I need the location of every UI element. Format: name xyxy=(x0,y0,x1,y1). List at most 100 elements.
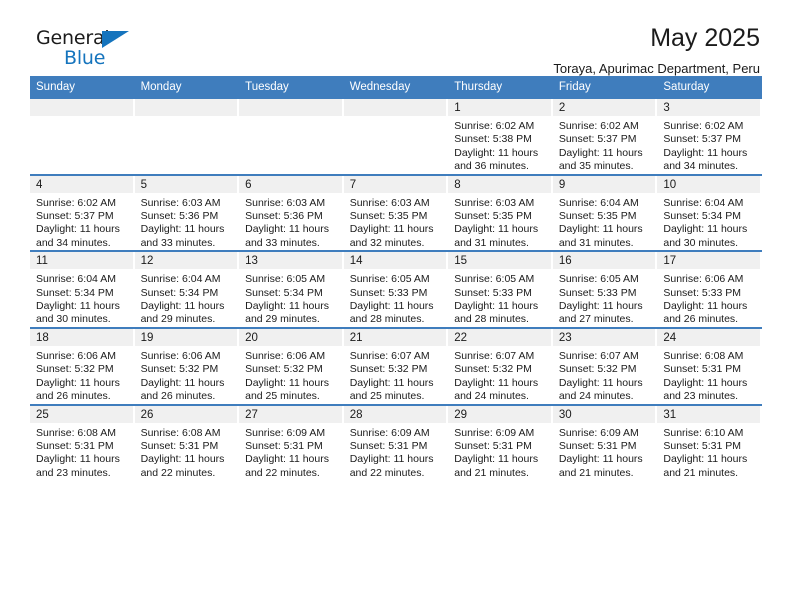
day-number: 20 xyxy=(239,328,342,346)
sunset-text: Sunset: 5:34 PM xyxy=(663,210,742,223)
sunset-text: Sunset: 5:31 PM xyxy=(36,439,114,452)
sunrise-text: Sunrise: 6:06 AM xyxy=(36,349,116,362)
sunrise-text: Sunrise: 6:02 AM xyxy=(36,196,116,209)
sunset-text: Sunset: 5:32 PM xyxy=(349,363,428,376)
logo-triangle-icon xyxy=(102,31,129,48)
daylight-text-line1: Daylight: 11 hours xyxy=(140,453,225,466)
daylight-text-line1: Daylight: 11 hours xyxy=(663,376,748,389)
day-details: Sunrise: 6:03 AM Sunset: 5:36 PM Daylight:… xyxy=(135,193,240,251)
calendar-day-cell[interactable]: 16 Sunrise: 6:05 AM Sunset: 5:33 PM Dayligh… xyxy=(552,250,658,328)
daylight-text-line1: Daylight: 11 hours xyxy=(454,223,539,236)
calendar-day-cell[interactable]: 15 Sunrise: 6:05 AM Sunset: 5:33 PM Dayligh… xyxy=(448,250,553,328)
sunset-text: Sunset: 5:32 PM xyxy=(36,363,114,376)
calendar-header-row: Sunday Monday Tuesday Wednesday Thursday… xyxy=(30,76,762,99)
calendar-day-cell[interactable]: 22 Sunrise: 6:07 AM Sunset: 5:32 PM Dayligh… xyxy=(448,326,553,405)
title-block: May 2025 Toraya, Apurimac Department, Pe… xyxy=(553,26,762,76)
day-number: 5 xyxy=(134,175,238,193)
daylight-text-line1: Daylight: 11 hours xyxy=(349,300,434,313)
calendar-day-cell[interactable]: 11 Sunrise: 6:04 AM Sunset: 5:34 PM Dayligh… xyxy=(30,250,135,328)
calendar-day-cell[interactable]: 20 Sunrise: 6:06 AM Sunset: 5:32 PM Dayligh… xyxy=(239,326,344,405)
sunset-text: Sunset: 5:31 PM xyxy=(663,439,742,452)
sunset-text: Sunset: 5:34 PM xyxy=(36,286,114,299)
weekday-header-sunday: Sunday xyxy=(30,76,135,99)
calendar-week-row: 4 Sunrise: 6:02 AM Sunset: 5:37 PM Daylight… xyxy=(30,173,762,252)
daylight-text-line1: Daylight: 11 hours xyxy=(663,146,748,159)
calendar-day-cell[interactable]: 9 Sunrise: 6:04 AM Sunset: 5:35 PM Daylight… xyxy=(552,173,658,252)
day-details: Sunrise: 6:08 AM Sunset: 5:31 PM Daylight:… xyxy=(657,346,762,404)
calendar-day-cell[interactable]: 17 Sunrise: 6:06 AM Sunset: 5:33 PM Dayligh… xyxy=(657,250,762,328)
calendar-page: General Blue May 2025 Toraya, Apurimac D… xyxy=(0,0,792,612)
sunrise-text: Sunrise: 6:09 AM xyxy=(454,426,535,439)
calendar-day-cell[interactable]: 26 Sunrise: 6:08 AM Sunset: 5:31 PM Dayligh… xyxy=(134,403,240,481)
calendar-day-cell[interactable]: 7 Sunrise: 6:03 AM Sunset: 5:35 PM Daylight… xyxy=(343,173,449,252)
day-number: 6 xyxy=(239,175,342,193)
calendar-day-cell[interactable]: 10 Sunrise: 6:04 AM Sunset: 5:34 PM Dayligh… xyxy=(657,173,762,252)
day-details: Sunrise: 6:02 AM Sunset: 5:37 PM Daylight:… xyxy=(553,116,658,174)
calendar-day-cell[interactable]: 18 Sunrise: 6:06 AM Sunset: 5:32 PM Dayligh… xyxy=(30,326,135,405)
calendar-day-cell[interactable]: 30 Sunrise: 6:09 AM Sunset: 5:31 PM Dayligh… xyxy=(552,403,658,481)
day-number: 27 xyxy=(239,405,342,423)
daylight-text-line1: Daylight: 11 hours xyxy=(36,223,120,236)
calendar-day-cell[interactable]: 23 Sunrise: 6:07 AM Sunset: 5:32 PM Dayligh… xyxy=(552,326,658,405)
calendar-day-cell[interactable]: 27 Sunrise: 6:09 AM Sunset: 5:31 PM Dayligh… xyxy=(239,403,344,481)
sunrise-text: Sunrise: 6:09 AM xyxy=(349,426,430,439)
calendar-day-cell[interactable]: 25 Sunrise: 6:08 AM Sunset: 5:31 PM Dayligh… xyxy=(30,403,135,481)
daylight-text-line2: and 31 minutes. xyxy=(454,236,529,249)
calendar-day-cell[interactable]: 31 Sunrise: 6:10 AM Sunset: 5:31 PM Dayligh… xyxy=(657,403,762,481)
day-details: Sunrise: 6:06 AM Sunset: 5:33 PM Daylight:… xyxy=(657,269,762,327)
sunset-text: Sunset: 5:33 PM xyxy=(558,286,637,299)
daylight-text-line1: Daylight: 11 hours xyxy=(663,300,748,313)
calendar-day-cell[interactable]: 2 Sunrise: 6:02 AM Sunset: 5:37 PM Daylight… xyxy=(552,99,658,175)
day-details: Sunrise: 6:03 AM Sunset: 5:35 PM Daylight:… xyxy=(448,193,553,251)
calendar-day-cell[interactable]: 5 Sunrise: 6:03 AM Sunset: 5:36 PM Daylight… xyxy=(134,173,240,252)
calendar-day-cell[interactable]: 1 Sunrise: 6:02 AM Sunset: 5:38 PM Daylight… xyxy=(448,99,553,175)
sunset-text: Sunset: 5:31 PM xyxy=(140,439,219,452)
calendar-day-cell[interactable]: 6 Sunrise: 6:03 AM Sunset: 5:36 PM Daylight… xyxy=(239,173,344,252)
calendar-day-cell[interactable]: 4 Sunrise: 6:02 AM Sunset: 5:37 PM Daylight… xyxy=(30,173,135,252)
calendar-week-row: 11 Sunrise: 6:04 AM Sunset: 5:34 PM Dayligh… xyxy=(30,250,762,328)
daylight-text-line2: and 33 minutes. xyxy=(140,236,216,249)
weekday-header-thursday: Thursday xyxy=(448,76,553,99)
calendar-day-cell[interactable]: 21 Sunrise: 6:07 AM Sunset: 5:32 PM Dayligh… xyxy=(343,326,449,405)
calendar-day-cell[interactable]: 3 Sunrise: 6:02 AM Sunset: 5:37 PM Daylight… xyxy=(657,99,762,175)
day-number: 19 xyxy=(134,328,238,346)
sunrise-text: Sunrise: 6:05 AM xyxy=(558,273,639,286)
sunset-text: Sunset: 5:35 PM xyxy=(454,210,532,223)
weekday-header-friday: Friday xyxy=(552,76,658,99)
day-details: Sunrise: 6:03 AM Sunset: 5:35 PM Daylight:… xyxy=(344,193,449,251)
day-number: 29 xyxy=(448,405,551,423)
weekday-header-monday: Monday xyxy=(134,76,240,99)
day-number: 9 xyxy=(552,175,656,193)
calendar-week-row: 1 Sunrise: 6:02 AM Sunset: 5:38 PM Daylight… xyxy=(30,99,762,175)
day-number: 4 xyxy=(30,175,133,193)
calendar-day-cell[interactable]: 8 Sunrise: 6:03 AM Sunset: 5:35 PM Daylight… xyxy=(448,173,553,252)
day-details: Sunrise: 6:02 AM Sunset: 5:37 PM Daylight:… xyxy=(657,116,762,174)
sunrise-text: Sunrise: 6:05 AM xyxy=(245,273,326,286)
calendar-day-cell[interactable]: 29 Sunrise: 6:09 AM Sunset: 5:31 PM Dayligh… xyxy=(448,403,553,481)
calendar-day-cell[interactable]: 19 Sunrise: 6:06 AM Sunset: 5:32 PM Dayligh… xyxy=(134,326,240,405)
sunrise-text: Sunrise: 6:08 AM xyxy=(140,426,221,439)
day-number xyxy=(30,99,133,116)
calendar-day-cell[interactable]: 12 Sunrise: 6:04 AM Sunset: 5:34 PM Dayligh… xyxy=(134,250,240,328)
day-details xyxy=(135,116,240,120)
day-number: 10 xyxy=(657,175,760,193)
calendar-day-cell[interactable]: 14 Sunrise: 6:05 AM Sunset: 5:33 PM Dayligh… xyxy=(343,250,449,328)
daylight-text-line1: Daylight: 11 hours xyxy=(558,453,643,466)
daylight-text-line1: Daylight: 11 hours xyxy=(140,300,225,313)
day-details: Sunrise: 6:05 AM Sunset: 5:33 PM Daylight:… xyxy=(344,269,449,327)
calendar-day-cell[interactable]: 28 Sunrise: 6:09 AM Sunset: 5:31 PM Dayligh… xyxy=(343,403,449,481)
sunset-text: Sunset: 5:35 PM xyxy=(349,210,428,223)
calendar-day-cell[interactable]: 13 Sunrise: 6:05 AM Sunset: 5:34 PM Dayligh… xyxy=(239,250,344,328)
day-number: 28 xyxy=(343,405,447,423)
day-details: Sunrise: 6:04 AM Sunset: 5:35 PM Daylight:… xyxy=(553,193,658,251)
daylight-text-line1: Daylight: 11 hours xyxy=(349,453,434,466)
calendar-day-cell[interactable]: 24 Sunrise: 6:08 AM Sunset: 5:31 PM Dayligh… xyxy=(657,326,762,405)
sunset-text: Sunset: 5:36 PM xyxy=(140,210,219,223)
day-number: 30 xyxy=(552,405,656,423)
sunrise-text: Sunrise: 6:03 AM xyxy=(140,196,221,209)
weekday-header-saturday: Saturday xyxy=(657,76,762,99)
day-number xyxy=(134,99,238,116)
daylight-text-line1: Daylight: 11 hours xyxy=(36,453,120,466)
daylight-text-line1: Daylight: 11 hours xyxy=(663,223,748,236)
day-details: Sunrise: 6:05 AM Sunset: 5:33 PM Daylight:… xyxy=(553,269,658,327)
